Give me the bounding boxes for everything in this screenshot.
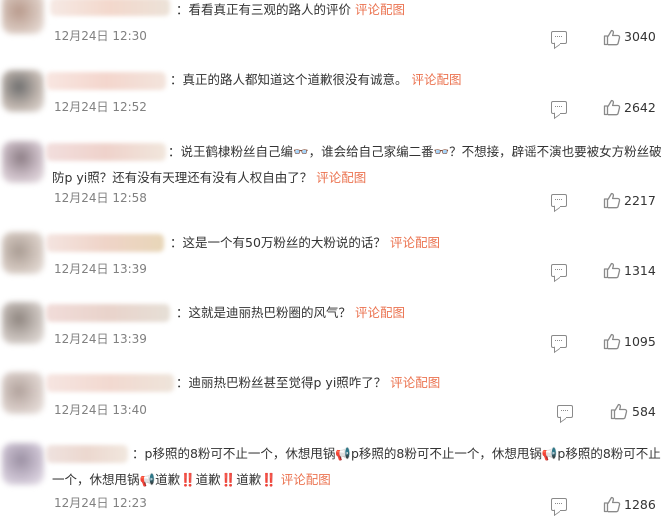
comment-icon[interactable] <box>551 264 567 277</box>
avatar[interactable] <box>2 70 44 112</box>
username-blurred[interactable] <box>46 234 164 252</box>
comment-colon: ： <box>170 72 183 87</box>
thumbs-up-icon[interactable] <box>603 192 621 209</box>
comment-body: 这就是迪丽热巴粉圈的风气？ <box>188 305 352 320</box>
comment-text: ：看看真正有三观的路人的评价 评论配图 <box>176 0 405 23</box>
username-blurred[interactable] <box>46 72 166 90</box>
comment-pic-link[interactable]: 评论配图 <box>355 2 405 17</box>
like-count: 1286 <box>624 497 656 512</box>
avatar[interactable] <box>2 372 44 414</box>
like-count: 1095 <box>624 334 656 349</box>
comment-time: 12月24日 12:52 <box>54 100 147 114</box>
avatar[interactable] <box>2 302 44 344</box>
comment-pic-link[interactable]: 评论配图 <box>281 472 331 487</box>
comment-time: 12月24日 12:23 <box>54 496 147 510</box>
avatar[interactable] <box>2 0 44 34</box>
like-count: 584 <box>632 404 656 419</box>
comment-pic-link[interactable]: 评论配图 <box>316 170 366 185</box>
thumbs-up-icon[interactable] <box>603 99 621 116</box>
comment-colon: ： <box>170 235 183 250</box>
comment-text: ：说王鹤棣粉丝自己编👓，谁会给自己家编二番👓？不想接，辟谣不演也要被女方粉丝破防… <box>52 139 664 191</box>
comment-text: ：真正的路人都知道这个道歉很没有诚意。 评论配图 <box>170 67 462 93</box>
comment-pic-link[interactable]: 评论配图 <box>412 72 462 87</box>
comment-body: 真正的路人都知道这个道歉很没有诚意。 <box>182 72 408 87</box>
avatar[interactable] <box>2 232 44 274</box>
like-count: 3040 <box>624 29 656 44</box>
avatar[interactable] <box>2 443 44 485</box>
comment-icon[interactable] <box>551 335 567 348</box>
username-blurred[interactable] <box>46 374 174 392</box>
comment-pic-link[interactable]: 评论配图 <box>390 375 440 390</box>
comment-text: ：这就是迪丽热巴粉圈的风气？ 评论配图 <box>176 300 405 326</box>
comment-icon[interactable] <box>551 194 567 207</box>
comment-icon[interactable] <box>557 405 573 418</box>
comment-body: 迪丽热巴粉丝甚至觉得p yi照咋了？ <box>188 375 387 390</box>
comment-time: 12月24日 13:39 <box>54 262 147 276</box>
comment-colon: ： <box>176 375 189 390</box>
thumbs-up-icon[interactable] <box>603 496 621 513</box>
comment-time: 12月24日 12:30 <box>54 29 147 43</box>
thumbs-up-icon[interactable] <box>603 262 621 279</box>
comment-item: ：这就是迪丽热巴粉圈的风气？ 评论配图 12月24日 13:39 1095 <box>0 300 667 360</box>
comment-colon: ： <box>168 144 181 159</box>
comment-colon: ： <box>132 446 145 461</box>
comment-time: 12月24日 13:39 <box>54 332 147 346</box>
comment-text: ：迪丽热巴粉丝甚至觉得p yi照咋了？ 评论配图 <box>176 370 440 396</box>
comment-icon[interactable] <box>551 101 567 114</box>
username-blurred[interactable] <box>50 0 170 16</box>
thumbs-up-icon[interactable] <box>610 403 628 420</box>
comment-pic-link[interactable]: 评论配图 <box>355 305 405 320</box>
comment-item: ：p移照的8粉可不止一个，休想甩锅📢p移照的8粉可不止一个，休想甩锅📢p移照的8… <box>0 441 667 516</box>
comment-text: ：p移照的8粉可不止一个，休想甩锅📢p移照的8粉可不止一个，休想甩锅📢p移照的8… <box>52 441 664 493</box>
avatar[interactable] <box>2 141 44 183</box>
like-count: 2642 <box>624 100 656 115</box>
comment-colon: ： <box>176 2 189 17</box>
comment-body: 看看真正有三观的路人的评价 <box>188 2 352 17</box>
comment-text: ：这是一个有50万粉丝的大粉说的话？ 评论配图 <box>170 230 440 256</box>
like-count: 2217 <box>624 193 656 208</box>
comment-item: ：真正的路人都知道这个道歉很没有诚意。 评论配图 12月24日 12:52 264… <box>0 68 667 128</box>
comment-item: ：看看真正有三观的路人的评价 评论配图 12月24日 12:30 3040 <box>0 0 667 60</box>
comment-time: 12月24日 12:58 <box>54 191 147 205</box>
comment-icon[interactable] <box>551 498 567 511</box>
comment-body: 这是一个有50万粉丝的大粉说的话？ <box>182 235 386 250</box>
like-count: 1314 <box>624 263 656 278</box>
thumbs-up-icon[interactable] <box>603 333 621 350</box>
comment-item: ：这是一个有50万粉丝的大粉说的话？ 评论配图 12月24日 13:39 1314 <box>0 230 667 290</box>
comment-item: ：说王鹤棣粉丝自己编👓，谁会给自己家编二番👓？不想接，辟谣不演也要被女方粉丝破防… <box>0 139 667 219</box>
comment-item: ：迪丽热巴粉丝甚至觉得p yi照咋了？ 评论配图 12月24日 13:40 584 <box>0 370 667 430</box>
comment-icon[interactable] <box>551 31 567 44</box>
comment-colon: ： <box>176 305 189 320</box>
thumbs-up-icon[interactable] <box>603 29 621 46</box>
comment-pic-link[interactable]: 评论配图 <box>390 235 440 250</box>
username-blurred[interactable] <box>46 304 170 322</box>
comment-time: 12月24日 13:40 <box>54 403 147 417</box>
